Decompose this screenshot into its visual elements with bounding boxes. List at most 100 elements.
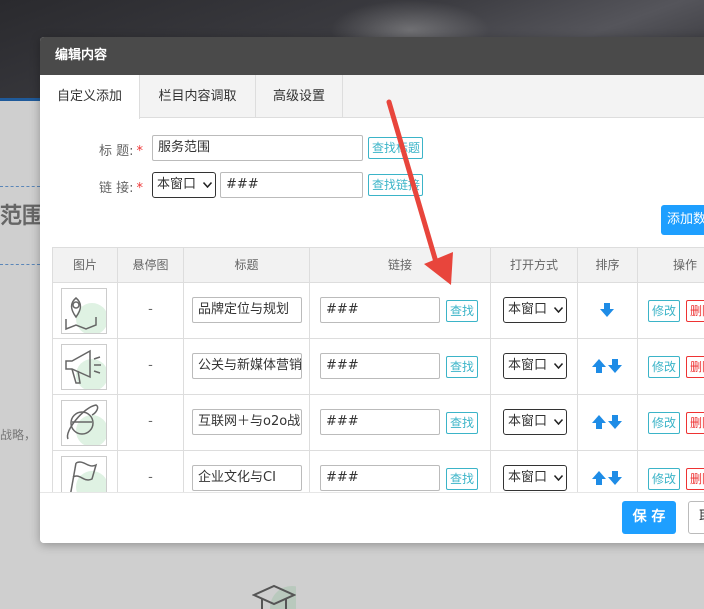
- row-link-input[interactable]: ###: [320, 353, 440, 379]
- tab-custom-add[interactable]: 自定义添加: [40, 75, 140, 119]
- arrow-up-icon[interactable]: [592, 415, 606, 429]
- hover-image-cell: -: [118, 283, 184, 339]
- column-header: 链接: [310, 248, 491, 283]
- row-title-input[interactable]: 互联网＋与o2o战略: [192, 409, 302, 435]
- operation-cell: 修改 删除: [638, 283, 704, 339]
- edit-button[interactable]: 修改: [648, 356, 680, 378]
- chevron-down-icon: [554, 363, 563, 369]
- arrow-down-icon[interactable]: [608, 415, 622, 429]
- title-label-text: 标 题:: [99, 144, 134, 159]
- row-find-button[interactable]: 查找: [446, 300, 478, 322]
- add-data-button[interactable]: 添加数据: [661, 205, 704, 235]
- arrow-down-icon[interactable]: [608, 359, 622, 373]
- title-cell: 互联网＋与o2o战略: [184, 395, 310, 451]
- edit-content-dialog: 编辑内容 自定义添加 栏目内容调取 高级设置 标 题: * 服务范围 查找标题 链…: [40, 37, 704, 543]
- table-row: - 互联网＋与o2o战略 ### 查找 本窗口 修改 删除: [53, 395, 704, 451]
- link-label: 链 接: *: [99, 177, 143, 196]
- link-cell: ### 查找: [310, 395, 491, 451]
- arrow-down-icon[interactable]: [600, 303, 614, 317]
- tab-advanced-settings[interactable]: 高级设置: [256, 75, 343, 118]
- row-thumbnail[interactable]: [61, 288, 108, 335]
- image-cell: [53, 395, 118, 451]
- title-cell: 品牌定位与规划: [184, 283, 310, 339]
- row-find-button[interactable]: 查找: [446, 468, 478, 490]
- row-thumbnail[interactable]: [61, 344, 108, 391]
- cancel-button[interactable]: 取消: [688, 501, 704, 534]
- target-cell: 本窗口: [491, 451, 578, 492]
- hover-image-cell: -: [118, 451, 184, 492]
- sort-cell: [578, 339, 638, 395]
- find-title-button[interactable]: 查找标题: [368, 137, 423, 159]
- delete-button[interactable]: 删除: [686, 468, 704, 490]
- hover-image-placeholder: -: [148, 358, 153, 373]
- map-pin-icon: [65, 297, 108, 335]
- title-label: 标 题: *: [99, 140, 143, 159]
- row-thumbnail[interactable]: [61, 456, 108, 492]
- column-header: 图片: [53, 248, 118, 283]
- row-title-input[interactable]: 企业文化与CI: [192, 465, 302, 491]
- row-link-input[interactable]: ###: [320, 297, 440, 323]
- hover-image-placeholder: -: [148, 414, 153, 429]
- link-input[interactable]: ###: [220, 172, 363, 198]
- hover-image-placeholder: -: [148, 470, 153, 485]
- row-target-value: 本窗口: [508, 414, 548, 429]
- table-row: - 企业文化与CI ### 查找 本窗口 修改 删除: [53, 451, 704, 492]
- sort-cell: [578, 395, 638, 451]
- column-header: 操作: [638, 248, 704, 283]
- link-cell: ### 查找: [310, 283, 491, 339]
- required-mark: *: [136, 181, 144, 196]
- table-row: - 公关与新媒体营销 ### 查找 本窗口 修改 删除: [53, 339, 704, 395]
- megaphone-icon: [65, 349, 108, 391]
- save-button[interactable]: 保 存: [622, 501, 676, 534]
- row-target-select[interactable]: 本窗口: [503, 465, 567, 491]
- target-cell: 本窗口: [491, 283, 578, 339]
- link-label-text: 链 接:: [99, 181, 134, 196]
- delete-button[interactable]: 删除: [686, 300, 704, 322]
- row-target-value: 本窗口: [508, 302, 548, 317]
- table-row: - 品牌定位与规划 ### 查找 本窗口 修改 删除: [53, 283, 704, 339]
- row-title-input[interactable]: 公关与新媒体营销: [192, 353, 302, 379]
- row-link-input[interactable]: ###: [320, 409, 440, 435]
- row-link-input[interactable]: ###: [320, 465, 440, 491]
- edit-button[interactable]: 修改: [648, 412, 680, 434]
- background-snippet: 战略，: [0, 428, 37, 442]
- graduation-cap-icon: [252, 584, 296, 609]
- chevron-down-icon: [554, 419, 563, 425]
- row-target-select[interactable]: 本窗口: [503, 353, 567, 379]
- tab-column-content[interactable]: 栏目内容调取: [140, 75, 256, 118]
- hover-image-placeholder: -: [148, 302, 153, 317]
- dialog-footer: 保 存 取消: [40, 492, 704, 543]
- arrow-up-icon[interactable]: [592, 359, 606, 373]
- operation-cell: 修改 删除: [638, 451, 704, 492]
- dialog-tabs: 自定义添加 栏目内容调取 高级设置: [40, 75, 704, 119]
- row-find-button[interactable]: 查找: [446, 356, 478, 378]
- row-find-button[interactable]: 查找: [446, 412, 478, 434]
- row-thumbnail[interactable]: [61, 400, 108, 447]
- image-cell: [53, 283, 118, 339]
- sort-cell: [578, 451, 638, 492]
- column-header: 悬停图: [118, 248, 184, 283]
- column-header: 排序: [578, 248, 638, 283]
- arrow-down-icon[interactable]: [608, 471, 622, 485]
- table-header: 图片 悬停图 标题 链接 打开方式 排序 操作: [53, 248, 704, 283]
- row-target-select[interactable]: 本窗口: [503, 409, 567, 435]
- link-target-select[interactable]: 本窗口: [152, 172, 216, 198]
- delete-button[interactable]: 删除: [686, 412, 704, 434]
- arrow-up-icon[interactable]: [592, 471, 606, 485]
- background-divider: [0, 264, 40, 265]
- title-cell: 企业文化与CI: [184, 451, 310, 492]
- hover-image-cell: -: [118, 339, 184, 395]
- find-link-button[interactable]: 查找链接: [368, 174, 423, 196]
- edit-button[interactable]: 修改: [648, 468, 680, 490]
- internet-explorer-icon: [66, 404, 108, 447]
- row-title-input[interactable]: 品牌定位与规划: [192, 297, 302, 323]
- title-input[interactable]: 服务范围: [152, 135, 363, 161]
- column-header: 标题: [184, 248, 310, 283]
- operation-cell: 修改 删除: [638, 339, 704, 395]
- chevron-down-icon: [554, 475, 563, 481]
- delete-button[interactable]: 删除: [686, 356, 704, 378]
- edit-button[interactable]: 修改: [648, 300, 680, 322]
- row-target-select[interactable]: 本窗口: [503, 297, 567, 323]
- title-cell: 公关与新媒体营销: [184, 339, 310, 395]
- operation-cell: 修改 删除: [638, 395, 704, 451]
